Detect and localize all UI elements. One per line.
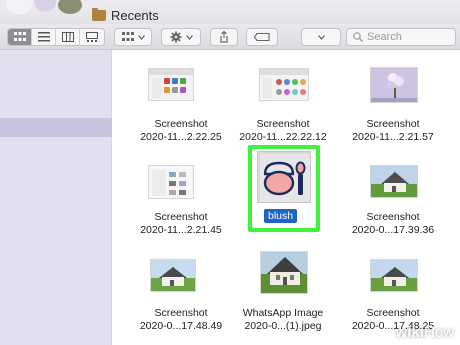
house-thumbnail-icon	[371, 166, 417, 197]
house-photo-icon	[261, 252, 307, 293]
flower-thumbnail-icon	[371, 68, 417, 102]
window-title: Recents	[92, 7, 159, 23]
screenshot-thumbnail-icon	[149, 166, 193, 198]
group-by-button[interactable]	[114, 28, 152, 46]
chevron-down-icon	[185, 34, 193, 40]
icon-view-button[interactable]	[8, 29, 32, 45]
window-title-text: Recents	[111, 7, 159, 23]
folder-icon	[92, 7, 106, 21]
gear-icon	[170, 31, 181, 43]
view-mode-segmented-control	[7, 28, 105, 46]
list-view-icon	[37, 32, 50, 42]
file-thumbnail[interactable]	[260, 251, 308, 294]
screenshot-thumbnail-icon	[149, 69, 193, 98]
file-name: Screenshot 2020-11...2.21.45	[140, 211, 222, 236]
search-placeholder: Search	[367, 31, 402, 43]
more-options-button[interactable]	[301, 28, 341, 46]
chevron-down-icon	[317, 34, 325, 40]
file-thumbnail[interactable]	[148, 68, 194, 101]
file-thumbnail[interactable]	[370, 165, 418, 198]
sidebar-item-recents[interactable]	[0, 118, 112, 137]
tags-button[interactable]	[246, 28, 278, 46]
action-button[interactable]	[161, 28, 201, 46]
blush-compact-icon	[260, 154, 310, 202]
file-name: Screenshot 2020-0...17.48.49	[139, 307, 223, 332]
screenshot-thumbnail-icon	[260, 69, 308, 98]
share-icon	[220, 31, 228, 43]
house-thumbnail-icon	[151, 260, 195, 291]
search-field[interactable]: Search	[346, 28, 456, 46]
file-name: Screenshot 2020-11...22.22.12	[239, 118, 327, 143]
file-name: Screenshot 2020-11...2.21.57	[352, 118, 434, 143]
file-name: Screenshot 2020-11...2.22.25	[140, 118, 222, 143]
file-thumbnail[interactable]	[148, 165, 194, 199]
column-view-icon	[61, 32, 74, 42]
wikihow-watermark: wikiHow	[395, 324, 454, 341]
file-thumbnail-selected[interactable]	[257, 151, 311, 203]
grid-icon	[121, 32, 134, 41]
file-thumbnail[interactable]	[150, 259, 196, 292]
sidebar	[0, 50, 112, 345]
search-icon	[353, 32, 363, 42]
file-thumbnail[interactable]	[370, 67, 418, 103]
file-thumbnail[interactable]	[259, 68, 309, 101]
gallery-view-icon	[86, 32, 98, 42]
file-name-selected[interactable]: blush	[264, 209, 298, 223]
icon-view-icon	[13, 32, 26, 41]
file-name: Screenshot 2020-0...17.39.36	[351, 211, 435, 236]
toolbar: Search	[0, 24, 460, 50]
file-thumbnail[interactable]	[370, 259, 418, 292]
tag-icon	[254, 33, 270, 41]
chevron-down-icon	[137, 34, 145, 40]
file-name: WhatsApp Image 2020-0...(1).jpeg	[242, 307, 324, 332]
column-view-button[interactable]	[56, 29, 80, 45]
gallery-view-button[interactable]	[80, 29, 104, 45]
house-thumbnail-icon	[371, 260, 417, 291]
list-view-button[interactable]	[32, 29, 56, 45]
share-button[interactable]	[210, 28, 238, 46]
